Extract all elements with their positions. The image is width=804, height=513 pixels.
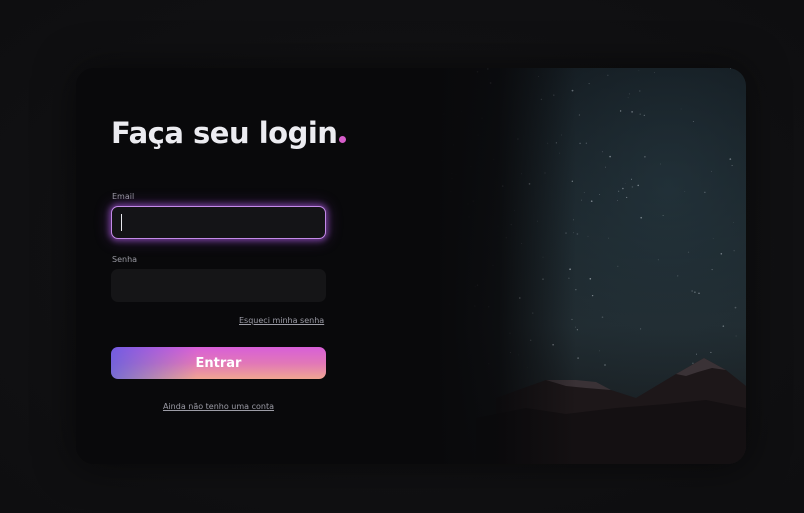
star bbox=[601, 151, 603, 153]
star bbox=[644, 156, 646, 158]
star bbox=[608, 237, 609, 239]
star bbox=[691, 290, 693, 292]
star bbox=[617, 265, 619, 267]
star bbox=[628, 93, 630, 95]
star bbox=[704, 191, 706, 193]
star bbox=[640, 328, 642, 330]
star bbox=[631, 178, 632, 180]
star bbox=[605, 166, 606, 168]
star bbox=[578, 114, 580, 116]
star bbox=[733, 250, 735, 252]
star bbox=[624, 182, 626, 184]
star bbox=[588, 83, 590, 85]
star bbox=[579, 142, 581, 145]
login-form: Faça seu login Email Senha Esqueci minha… bbox=[76, 68, 456, 464]
page-background: Faça seu login Email Senha Esqueci minha… bbox=[0, 0, 804, 513]
title-text: Faça seu login bbox=[111, 116, 338, 150]
star bbox=[622, 187, 624, 190]
star bbox=[677, 275, 679, 277]
star bbox=[577, 357, 579, 359]
star bbox=[591, 294, 594, 297]
star bbox=[619, 110, 622, 112]
star bbox=[710, 351, 712, 353]
star bbox=[585, 142, 587, 144]
star bbox=[639, 90, 641, 92]
email-label: Email bbox=[112, 192, 135, 201]
star bbox=[733, 221, 734, 223]
star bbox=[638, 69, 640, 71]
star bbox=[618, 190, 620, 192]
star bbox=[589, 278, 592, 280]
star bbox=[576, 233, 579, 235]
signup-link[interactable]: Ainda não tenho uma conta bbox=[76, 402, 361, 411]
star bbox=[627, 97, 629, 99]
star bbox=[692, 120, 694, 123]
star bbox=[711, 269, 713, 271]
star bbox=[590, 200, 593, 203]
star bbox=[601, 316, 604, 319]
star bbox=[722, 325, 725, 327]
login-card: Faça seu login Email Senha Esqueci minha… bbox=[76, 68, 746, 464]
email-input[interactable] bbox=[111, 206, 326, 239]
dot-icon bbox=[339, 136, 347, 143]
star bbox=[735, 335, 737, 337]
star bbox=[609, 155, 611, 158]
star bbox=[734, 306, 737, 309]
password-label: Senha bbox=[112, 255, 138, 264]
star bbox=[657, 259, 659, 261]
star bbox=[698, 292, 700, 294]
page-title: Faça seu login bbox=[111, 116, 347, 150]
star bbox=[640, 216, 643, 219]
image-fade-overlay bbox=[436, 68, 576, 464]
star bbox=[710, 170, 712, 172]
star bbox=[587, 235, 589, 237]
starry-mountains-image bbox=[436, 68, 746, 464]
star bbox=[662, 215, 664, 217]
star bbox=[639, 113, 641, 115]
forgot-password-link[interactable]: Esqueci minha senha bbox=[239, 316, 324, 325]
star bbox=[731, 164, 733, 167]
star bbox=[730, 68, 731, 70]
star bbox=[654, 72, 655, 73]
star bbox=[631, 186, 634, 188]
submit-button[interactable]: Entrar bbox=[111, 347, 326, 379]
star bbox=[695, 353, 698, 355]
star bbox=[687, 251, 690, 253]
star bbox=[583, 192, 585, 193]
star bbox=[580, 199, 583, 201]
star bbox=[637, 184, 639, 187]
star bbox=[617, 199, 618, 201]
star bbox=[626, 196, 628, 198]
star bbox=[684, 191, 686, 192]
star bbox=[729, 158, 732, 160]
star bbox=[694, 291, 696, 293]
star bbox=[631, 111, 633, 113]
star bbox=[692, 362, 694, 365]
star bbox=[643, 114, 645, 117]
star bbox=[599, 350, 601, 352]
star bbox=[680, 108, 682, 110]
star bbox=[576, 329, 579, 331]
star bbox=[712, 238, 714, 239]
star bbox=[604, 364, 606, 366]
star bbox=[660, 163, 662, 165]
text-cursor bbox=[121, 214, 122, 231]
star bbox=[720, 253, 723, 255]
star bbox=[599, 194, 601, 195]
star bbox=[607, 74, 609, 76]
password-input[interactable] bbox=[111, 269, 326, 302]
